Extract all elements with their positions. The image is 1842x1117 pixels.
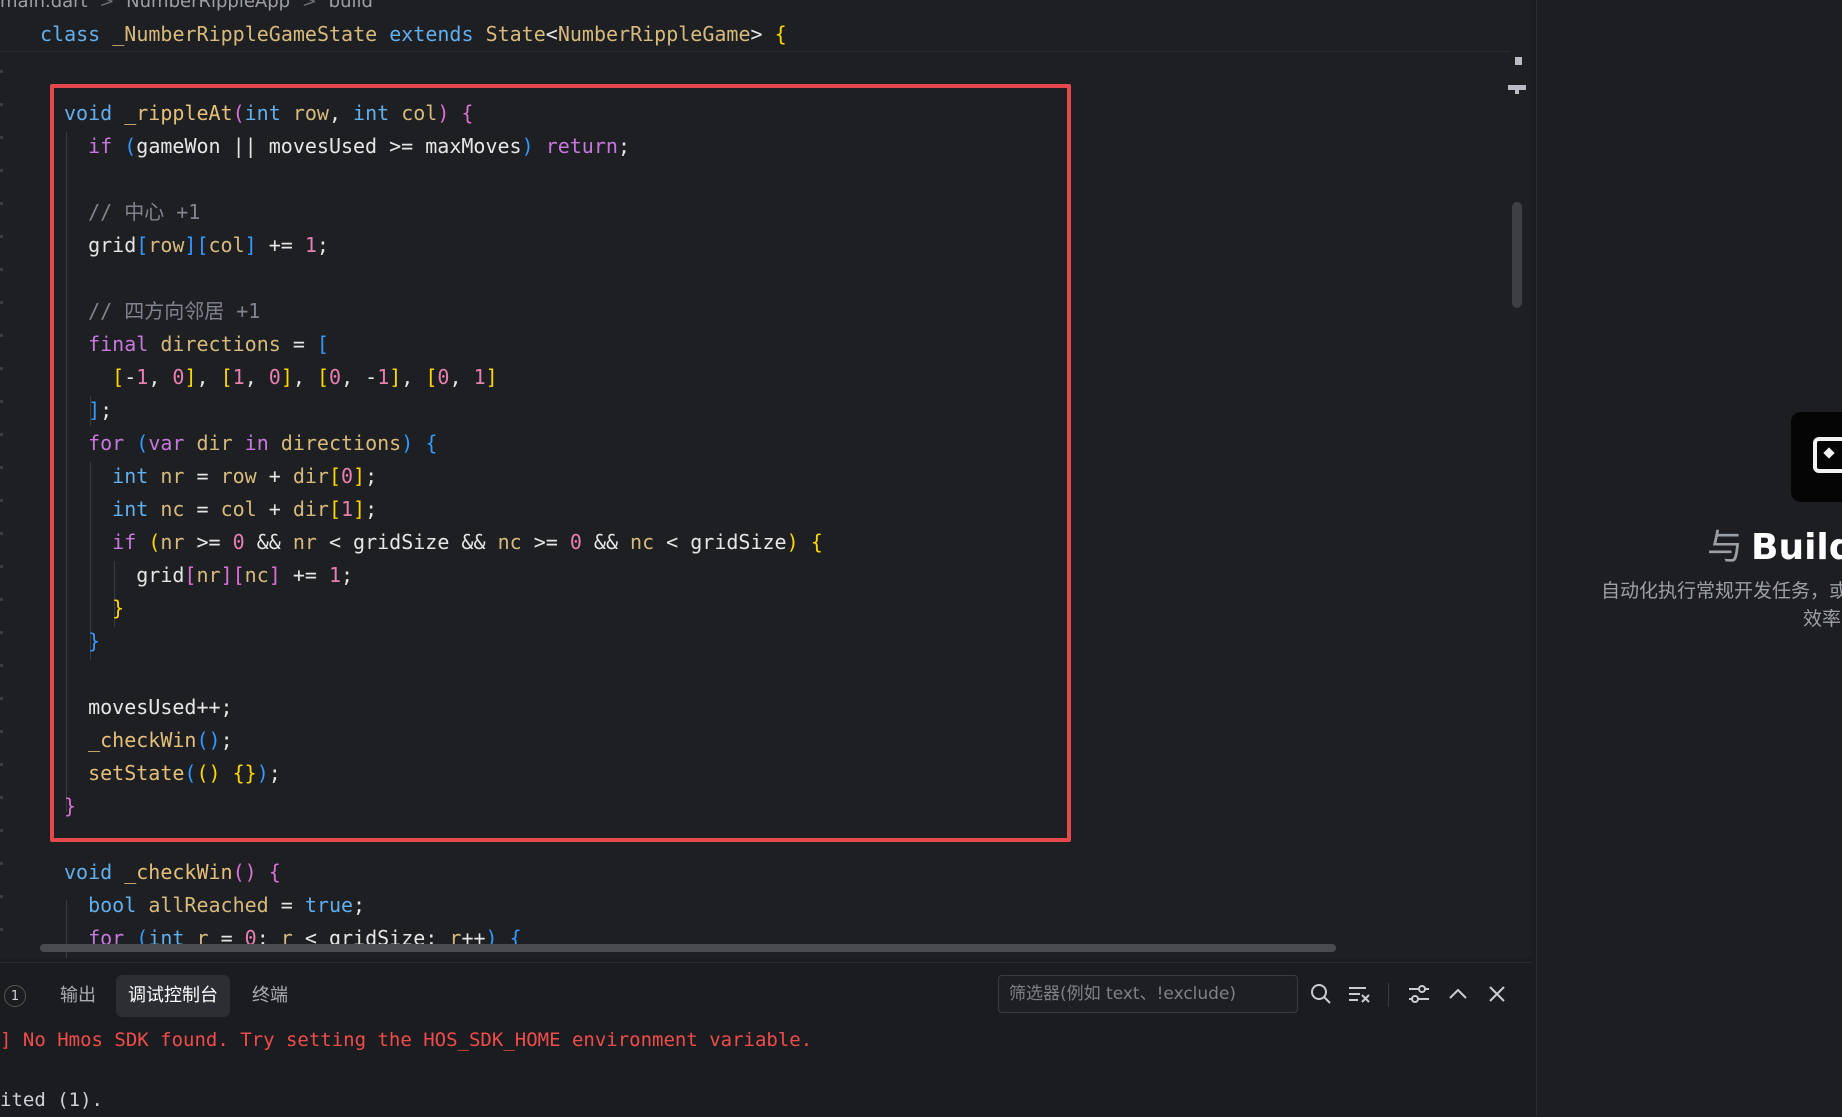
gutter-mark — [0, 499, 3, 502]
overview-ruler-mark — [1515, 57, 1522, 65]
breadcrumb-file[interactable]: main.dart — [0, 0, 88, 12]
right-side-pane: 与Build 自动化执行常规开发任务，或 效率 — [1536, 0, 1842, 1116]
build-feature-icon — [1791, 412, 1842, 502]
breadcrumb: main.dart > NumberRippleApp > build — [0, 0, 379, 12]
gutter-mark — [0, 400, 3, 403]
gutter-mark — [0, 763, 3, 766]
gutter-mark — [0, 895, 3, 898]
build-title-glyph: 与 — [1707, 527, 1744, 568]
settings-sliders-icon[interactable] — [1406, 981, 1432, 1007]
gutter-mark — [0, 301, 3, 304]
horizontal-scrollbar[interactable] — [40, 944, 1336, 952]
bottom-panel: 1 输出 调试控制台 终端 ] No Hmos SDK found. Try s… — [0, 962, 1532, 1117]
gutter-mark — [0, 565, 3, 568]
build-title: 与Build — [1707, 518, 1842, 570]
breadcrumb-separator: > — [301, 0, 317, 12]
build-description: 效率 — [1803, 608, 1842, 630]
gutter-mark — [0, 862, 3, 865]
breadcrumb-method[interactable]: build — [329, 0, 373, 12]
tab-output[interactable]: 输出 — [48, 975, 108, 1017]
gutter-mark — [0, 169, 3, 172]
breadcrumb-class[interactable]: NumberRippleApp — [126, 0, 290, 12]
gutter-mark — [0, 334, 3, 337]
vertical-scrollbar-thumb[interactable] — [1512, 202, 1522, 308]
breadcrumb-separator: > — [99, 0, 115, 12]
build-description: 自动化执行常规开发任务，或 — [1601, 580, 1842, 602]
gutter — [0, 52, 6, 952]
highlight-annotation-box — [50, 84, 1071, 842]
search-icon[interactable] — [1308, 981, 1334, 1007]
toolbar-divider — [1388, 983, 1389, 1007]
gutter-mark — [0, 631, 3, 634]
gutter-mark — [0, 829, 3, 832]
tab-debug-console[interactable]: 调试控制台 — [116, 975, 230, 1017]
gutter-mark — [0, 532, 3, 535]
chevron-up-icon[interactable] — [1445, 981, 1471, 1007]
sticky-separator — [0, 51, 1510, 52]
sticky-scroll-header[interactable]: class _NumberRippleGameState extends Sta… — [40, 20, 787, 48]
gutter-mark — [0, 136, 3, 139]
clear-filter-icon[interactable] — [1346, 981, 1372, 1007]
code-line: bool allReached = true; — [88, 893, 366, 917]
console-error-line: ] No Hmos SDK found. Try setting the HOS… — [0, 1029, 813, 1051]
gutter-mark — [0, 367, 3, 370]
gutter-mark — [0, 796, 3, 799]
tab-terminal[interactable]: 终端 — [240, 975, 300, 1017]
gutter-mark — [0, 730, 3, 733]
filter-input[interactable] — [998, 975, 1298, 1013]
gutter-mark — [0, 598, 3, 601]
gutter-mark — [0, 928, 3, 931]
gutter-mark — [0, 103, 3, 106]
gutter-mark — [0, 235, 3, 238]
gutter-mark — [0, 433, 3, 436]
code-line: void _checkWin() { — [64, 860, 281, 884]
gutter-mark — [0, 664, 3, 667]
build-title-text: Build — [1751, 527, 1842, 568]
gutter-mark — [0, 697, 3, 700]
console-line: ited (1). — [0, 1089, 103, 1111]
horizontal-scrollbar-thumb[interactable] — [40, 944, 1336, 952]
gutter-mark — [0, 268, 3, 271]
gutter-mark — [0, 70, 3, 73]
close-icon[interactable] — [1484, 981, 1510, 1007]
gutter-mark — [0, 466, 3, 469]
gutter-mark — [0, 202, 3, 205]
code-editor[interactable]: main.dart > NumberRippleApp > build clas… — [0, 0, 1532, 958]
overview-ruler-mark — [1515, 85, 1519, 94]
problems-count-badge[interactable]: 1 — [4, 985, 26, 1007]
